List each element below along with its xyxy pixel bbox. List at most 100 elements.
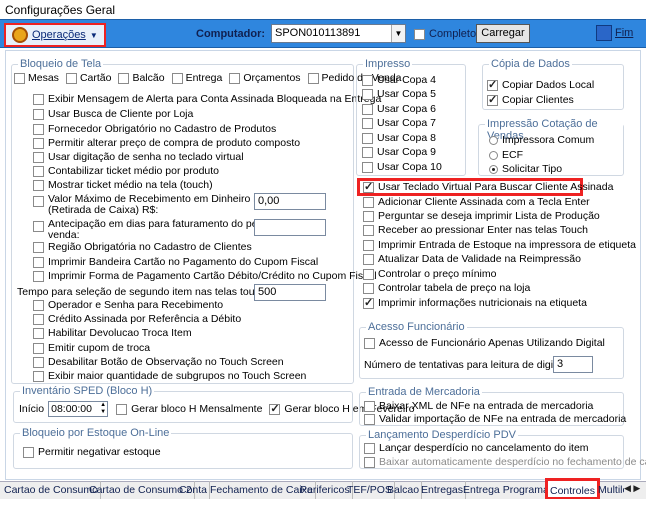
radio-button[interactable]	[489, 150, 498, 160]
balcao-checkbox[interactable]	[118, 72, 130, 84]
option-credito-assinada[interactable]: Crédito Assinada por Referência a Débito	[33, 313, 241, 325]
valor-maximo-input[interactable]: 0,00	[254, 193, 326, 210]
copiar-dados-local[interactable]: Copiar Dados Local	[487, 78, 594, 91]
option-baixar-xml[interactable]: Baixar XML de NFe na entrada de mercador…	[364, 400, 593, 412]
option-desabilitar-observacao[interactable]: Desabilitar Botão de Observação no Touch…	[33, 356, 284, 368]
option-checkbox[interactable]	[364, 400, 375, 412]
option-tabela-preco[interactable]: Controlar tabela de preço na loja	[363, 282, 530, 294]
option-lista-producao[interactable]: Perguntar se deseja imprimir Lista de Pr…	[363, 210, 600, 222]
option-checkbox[interactable]	[363, 224, 374, 236]
option-checkbox[interactable]	[364, 337, 375, 349]
completo-check[interactable]	[414, 28, 425, 40]
option-checkbox[interactable]	[363, 239, 374, 251]
option-baixar-desperdicio[interactable]: Baixar automaticamente desperdício no fe…	[364, 456, 646, 468]
option-preco-minimo[interactable]: Controlar o preço mínimo	[363, 268, 496, 280]
orcamentos-checkbox[interactable]	[229, 72, 241, 84]
copiar-clientes[interactable]: Copiar Clientes	[487, 93, 574, 106]
option-checkbox[interactable]	[33, 123, 44, 135]
antecipacao-input[interactable]	[254, 219, 326, 236]
option-teclado-virtual[interactable]: Usar Teclado Virtual Para Buscar Cliente…	[363, 180, 613, 193]
tab-conta[interactable]: Conta	[177, 481, 211, 499]
mensal-checkbox[interactable]	[116, 403, 128, 415]
option-cupom-troca[interactable]: Emitir cupom de troca	[33, 342, 150, 354]
option-ticket-touch[interactable]: Mostrar ticket médio na tela (touch)	[33, 179, 213, 191]
option-checkbox[interactable]	[362, 74, 373, 86]
fim-button[interactable]: Fim	[596, 25, 633, 41]
option-checkbox[interactable]	[33, 196, 44, 207]
copa-6[interactable]: Usar Copa 6	[362, 103, 436, 115]
option-validar-nfe[interactable]: Validar importação de NFe na entrada de …	[364, 413, 626, 425]
carregar-button[interactable]: Carregar	[476, 24, 530, 43]
option-checkbox[interactable]	[33, 299, 44, 311]
option-checkbox[interactable]	[33, 356, 44, 368]
option-checkbox[interactable]	[363, 268, 374, 280]
option-checkbox[interactable]	[362, 88, 373, 100]
option-regiao[interactable]: Região Obrigatória no Cadastro de Client…	[33, 241, 252, 253]
option-receber-enter[interactable]: Receber ao pressionar Enter nas telas To…	[363, 224, 588, 236]
option-checkbox[interactable]	[33, 165, 44, 177]
option-maior-subgrupos[interactable]: Exibir maior quantidade de subgrupos no …	[33, 370, 306, 382]
option-checkbox[interactable]	[33, 256, 44, 268]
option-checkbox[interactable]	[362, 117, 373, 129]
chevron-down-icon[interactable]: ▼	[391, 25, 405, 42]
tab-scroll-arrows-icon[interactable]: ◀ ▶	[624, 483, 640, 494]
option-checkbox[interactable]	[487, 78, 498, 91]
radio-button[interactable]	[489, 164, 498, 174]
mesas-checkbox[interactable]	[14, 72, 25, 84]
radio-solicitar-tipo[interactable]: Solicitar Tipo	[489, 163, 562, 175]
option-checkbox[interactable]	[364, 456, 375, 468]
option-preco-composto[interactable]: Permitir alterar preço de compra de prod…	[33, 137, 300, 149]
computador-select[interactable]: SPON010113891 ▼	[271, 24, 406, 43]
option-checkbox[interactable]	[362, 132, 373, 144]
option-checkbox[interactable]	[33, 108, 44, 120]
option-checkbox[interactable]	[33, 370, 44, 382]
option-checkbox[interactable]	[33, 221, 44, 232]
option-busca-cliente[interactable]: Usar Busca de Cliente por Loja	[33, 108, 193, 120]
entrega-checkbox[interactable]	[171, 72, 183, 84]
fevereiro-checkbox[interactable]	[269, 402, 281, 415]
inicio-time-input[interactable]: 08:00:00 ▲ ▼	[48, 401, 109, 417]
radio-button[interactable]	[489, 135, 498, 145]
option-checkbox[interactable]	[363, 253, 374, 265]
copa-7[interactable]: Usar Copa 7	[362, 117, 436, 129]
radio-impressora-comum[interactable]: Impressora Comum	[489, 134, 594, 146]
copa-4[interactable]: Usar Copa 4	[362, 74, 436, 86]
option-checkbox[interactable]	[363, 296, 374, 309]
option-checkbox[interactable]	[362, 103, 373, 115]
option-checkbox[interactable]	[33, 241, 44, 253]
copa-9[interactable]: Usar Copa 9	[362, 146, 436, 158]
option-forma-pagamento[interactable]: Imprimir Forma de Pagamento Cartão Débit…	[33, 270, 377, 282]
tempo-selecao-input[interactable]: 500	[254, 284, 326, 301]
option-checkbox[interactable]	[487, 93, 498, 106]
option-checkbox[interactable]	[362, 161, 373, 173]
tab-multiloja[interactable]: Multiloj	[596, 481, 624, 499]
option-checkbox[interactable]	[33, 93, 44, 105]
option-data-validade[interactable]: Atualizar Data de Validade na Reimpressã…	[363, 253, 581, 265]
option-checkbox[interactable]	[364, 442, 375, 454]
option-acesso-digital[interactable]: Acesso de Funcionário Apenas Utilizando …	[364, 337, 605, 349]
option-cliente-enter[interactable]: Adicionar Cliente Assinada com a Tecla E…	[363, 196, 590, 208]
option-checkbox[interactable]	[363, 210, 374, 222]
copa-10[interactable]: Usar Copa 10	[362, 161, 442, 173]
cartao-checkbox[interactable]	[65, 72, 77, 84]
completo-checkbox[interactable]: Completo	[414, 28, 476, 40]
option-info-nutricionais[interactable]: Imprimir informações nutricionais na eti…	[363, 296, 587, 309]
option-bandeira[interactable]: Imprimir Bandeira Cartão no Pagamento do…	[33, 256, 318, 268]
option-checkbox[interactable]	[33, 179, 44, 191]
option-checkbox[interactable]	[364, 413, 375, 425]
option-alerta-conta[interactable]: Exibir Mensagem de Alerta para Conta Ass…	[33, 93, 381, 105]
radio-ecf[interactable]: ECF	[489, 149, 523, 161]
tab-entregas[interactable]: Entregas	[419, 481, 467, 499]
option-checkbox[interactable]	[33, 342, 44, 354]
option-operador-senha[interactable]: Operador e Senha para Recebimento	[33, 299, 223, 311]
option-checkbox[interactable]	[33, 327, 44, 339]
option-checkbox[interactable]	[33, 270, 44, 282]
copa-5[interactable]: Usar Copa 5	[362, 88, 436, 100]
tab-balcao[interactable]: Balcao	[385, 481, 423, 499]
option-devolucao-troca[interactable]: Habilitar Devolucao Troca Item	[33, 327, 192, 339]
tab-entrega-programada[interactable]: Entrega Programad	[461, 481, 558, 499]
option-checkbox[interactable]	[33, 313, 44, 325]
option-negativar-estoque[interactable]: Permitir negativar estoque	[23, 446, 161, 458]
option-fornecedor[interactable]: Fornecedor Obrigatório no Cadastro de Pr…	[33, 123, 276, 135]
option-checkbox[interactable]	[363, 180, 374, 193]
